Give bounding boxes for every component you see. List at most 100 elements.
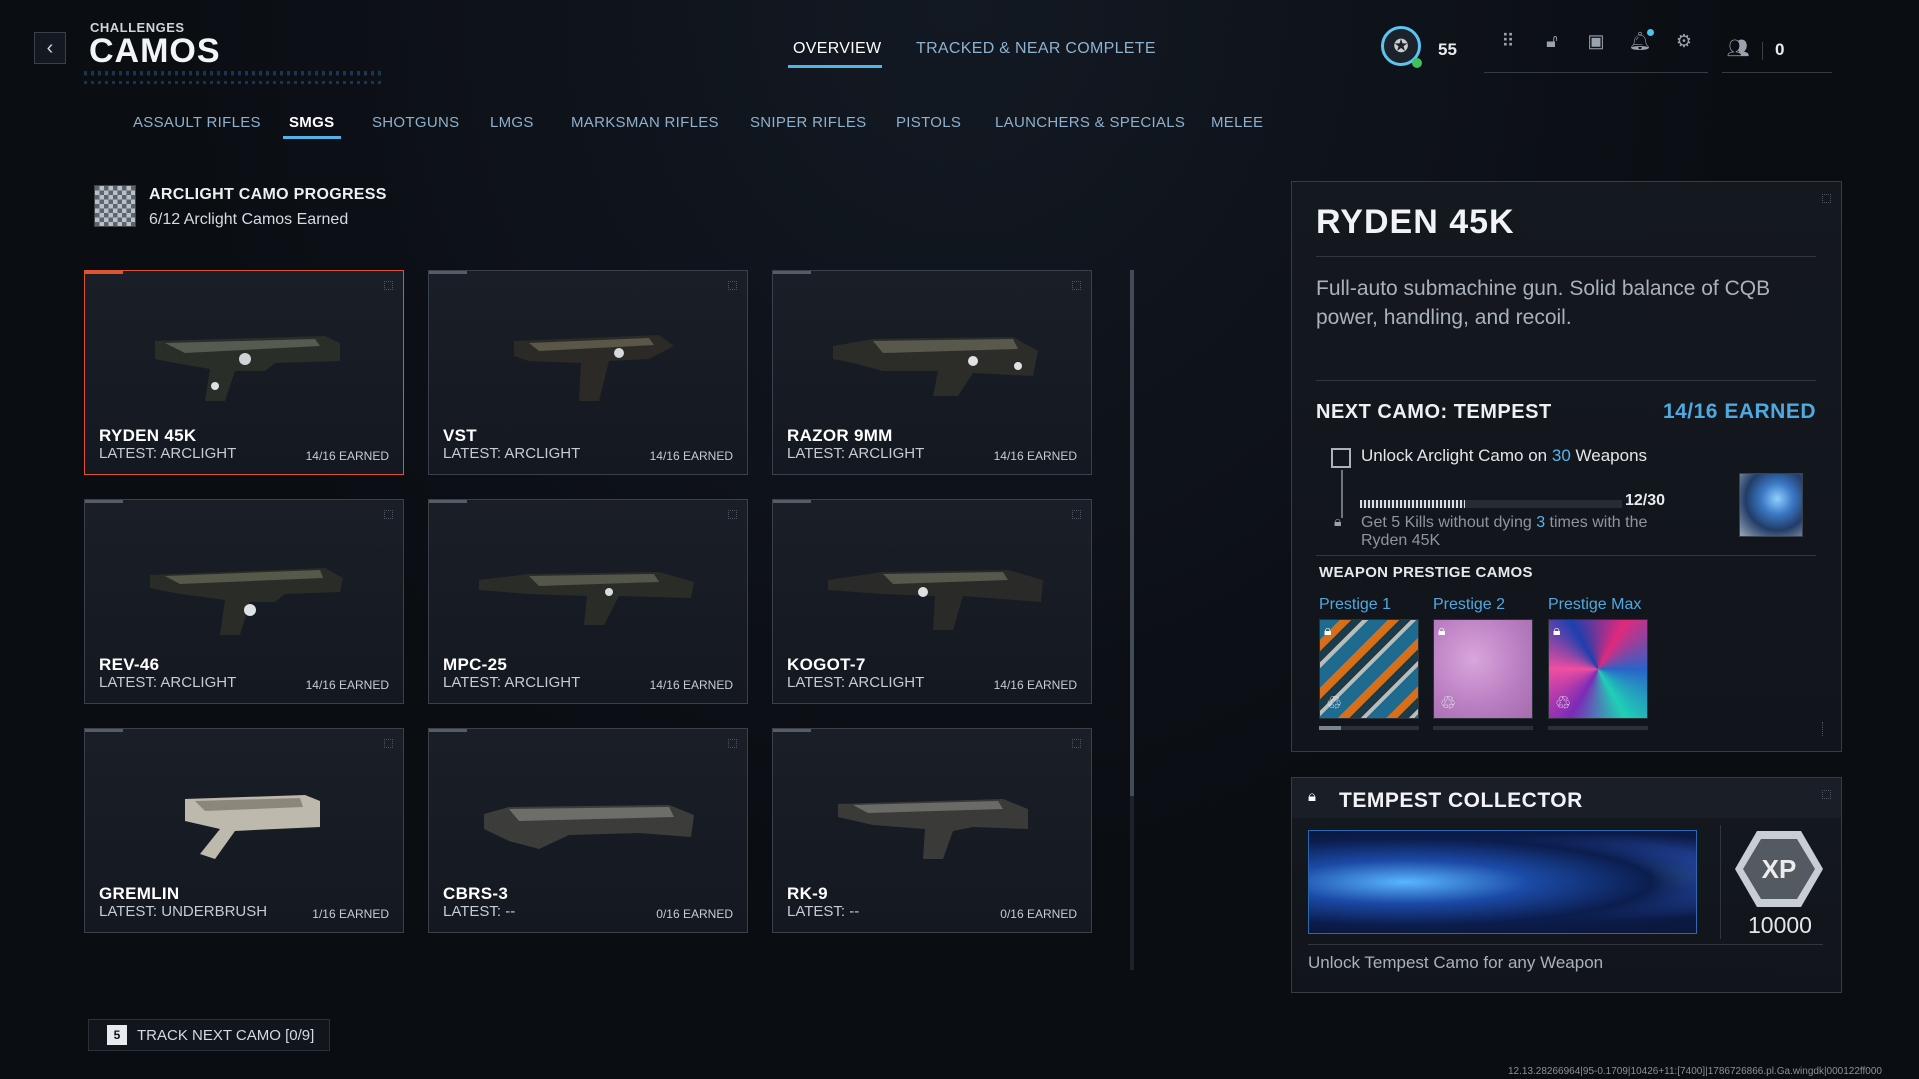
keybind-badge: 5 (107, 1025, 127, 1045)
weapon-name: RAZOR 9MM (787, 426, 893, 445)
weapon-card[interactable]: CBRS-3 LATEST: -- 0/16 EARNED (428, 728, 748, 933)
task-progress-value: 12/30 (1625, 492, 1666, 509)
weapon-name: GREMLIN (99, 884, 180, 903)
prestige-2-progress (1433, 726, 1533, 730)
category-underline (283, 136, 341, 139)
weapon-card[interactable]: GREMLIN LATEST: UNDERBRUSH 1/16 EARNED (84, 728, 404, 933)
task-checkbox[interactable] (1331, 448, 1351, 468)
card-progress-line (773, 500, 811, 503)
divider (1316, 380, 1816, 381)
card-corner-mark (728, 510, 737, 519)
friends-icon[interactable]: 👥︎ (1725, 35, 1751, 61)
weapon-card[interactable]: VST LATEST: ARCLIGHT 14/16 EARNED (428, 270, 748, 475)
weapon-latest-camo: LATEST: ARCLIGHT (787, 445, 925, 462)
weapon-name: MPC-25 (443, 655, 508, 674)
player-level: 55 (1438, 40, 1457, 59)
camo-progress-subtitle: 6/12 Arclight Camos Earned (149, 211, 349, 228)
grid-menu-icon[interactable]: ⠿ (1495, 28, 1521, 54)
lock-icon: 🔒︎ (1553, 622, 1561, 638)
settings-gear-icon[interactable]: ⚙ (1671, 28, 1697, 54)
weapon-earned-count: 0/16 EARNED (1000, 907, 1077, 921)
category-pistols[interactable]: PISTOLS (896, 114, 961, 131)
tab-overview[interactable]: OVERVIEW (793, 40, 881, 58)
tempest-camo-thumbnail[interactable] (1739, 473, 1803, 537)
weapon-latest-camo: LATEST: ARCLIGHT (99, 674, 237, 691)
collector-reward-image[interactable] (1308, 830, 1697, 934)
weapon-image (155, 336, 340, 401)
weapon-latest-camo: LATEST: UNDERBRUSH (99, 903, 268, 920)
weapon-card[interactable]: KOGOT-7 LATEST: ARCLIGHT 14/16 EARNED (772, 499, 1092, 704)
task-connector (1341, 470, 1343, 518)
weapon-image (514, 335, 674, 401)
prestige-max-label: Prestige Max (1548, 596, 1642, 613)
card-corner-mark (728, 739, 737, 748)
prestige-2-label: Prestige 2 (1433, 596, 1506, 613)
hud-divider (1484, 72, 1708, 73)
weapon-earned-count: 14/16 EARNED (993, 678, 1077, 692)
card-progress-line (773, 271, 811, 274)
arclight-camo-thumbnail (94, 185, 136, 227)
tab-overview-underline (788, 65, 882, 68)
prestige-cycle-icon: ♲ (1326, 693, 1343, 713)
back-button[interactable]: ‹ (34, 32, 66, 64)
list-scrollbar-thumb[interactable] (1130, 270, 1134, 796)
divider (1720, 825, 1721, 939)
category-marksman-rifles[interactable]: MARKSMAN RIFLES (571, 114, 719, 131)
card-progress-line (773, 729, 811, 732)
weapon-image (479, 572, 694, 625)
category-lmgs[interactable]: LMGS (490, 114, 534, 131)
prestige-2-camo[interactable]: 🔒︎ ♲ (1433, 619, 1533, 719)
card-progress-line (429, 729, 467, 732)
xp-reward-value: 10000 (1748, 912, 1812, 938)
weapon-earned-count: 1/16 EARNED (312, 907, 389, 921)
category-shotguns[interactable]: SHOTGUNS (372, 114, 459, 131)
track-next-camo-label: TRACK NEXT CAMO [0/9] (137, 1026, 315, 1044)
prestige-1-camo[interactable]: 🔒︎ ♲ (1319, 619, 1419, 719)
prestige-max-camo[interactable]: 🔒︎ ♲ (1548, 619, 1648, 719)
category-smgs[interactable]: SMGS (289, 114, 334, 131)
weapon-card[interactable]: RAZOR 9MM LATEST: ARCLIGHT 14/16 EARNED (772, 270, 1092, 475)
divider (1308, 944, 1823, 945)
weapon-latest-camo: LATEST: ARCLIGHT (787, 674, 925, 691)
weapon-latest-camo: LATEST: ARCLIGHT (99, 445, 237, 462)
tab-tracked-near-complete[interactable]: TRACKED & NEAR COMPLETE (916, 40, 1156, 58)
card-progress-line (85, 271, 123, 274)
category-sniper-rifles[interactable]: SNIPER RIFLES (750, 114, 866, 131)
divider (1316, 256, 1816, 257)
detail-weapon-title: RYDEN 45K (1316, 203, 1515, 241)
unlock-icon[interactable]: 🔓︎ (1539, 28, 1565, 54)
prestige-camos-header: WEAPON PRESTIGE CAMOS (1319, 564, 1533, 581)
weapon-card[interactable]: RK-9 LATEST: -- 0/16 EARNED (772, 728, 1092, 933)
card-progress-line (85, 729, 123, 732)
next-camo-earned: 14/16 EARNED (1662, 400, 1816, 423)
weapon-card[interactable]: REV-46 LATEST: ARCLIGHT 14/16 EARNED (84, 499, 404, 704)
weapon-earned-count: 14/16 EARNED (649, 678, 733, 692)
category-launchers-specials[interactable]: LAUNCHERS & SPECIALS (995, 114, 1185, 131)
track-next-camo-button[interactable]: 5 TRACK NEXT CAMO [0/9] (88, 1019, 330, 1051)
card-corner-mark (384, 281, 393, 290)
category-assault-rifles[interactable]: ASSAULT RIFLES (133, 114, 261, 131)
weapon-card[interactable]: MPC-25 LATEST: ARCLIGHT 14/16 EARNED (428, 499, 748, 704)
category-melee[interactable]: MELEE (1211, 114, 1263, 131)
prestige-1-label: Prestige 1 (1319, 596, 1392, 613)
weapon-earned-count: 14/16 EARNED (305, 678, 389, 692)
weapon-latest-camo: LATEST: -- (787, 903, 860, 920)
weapon-image (828, 570, 1043, 630)
card-corner-mark (728, 281, 737, 290)
weapon-name: REV-46 (99, 655, 160, 674)
weapon-image (484, 805, 694, 849)
weapon-card[interactable]: RYDEN 45K LATEST: ARCLIGHT 14/16 EARNED (84, 270, 404, 475)
title-decoration (84, 60, 384, 88)
card-corner-mark (1072, 281, 1081, 290)
panel-corner-mark (1822, 194, 1831, 203)
card-corner-mark (384, 739, 393, 748)
prestige-cycle-icon: ♲ (1555, 693, 1572, 713)
weapon-image (833, 337, 1038, 396)
store-icon[interactable]: ▣ (1583, 28, 1609, 54)
weapon-latest-camo: LATEST: -- (443, 903, 516, 920)
lock-icon: 🔒︎ (1324, 622, 1332, 638)
weapon-earned-count: 0/16 EARNED (656, 907, 733, 921)
weapon-image (838, 799, 1028, 859)
collector-title: TEMPEST COLLECTOR (1339, 789, 1583, 812)
lock-icon: 🔒︎ (1438, 622, 1446, 638)
